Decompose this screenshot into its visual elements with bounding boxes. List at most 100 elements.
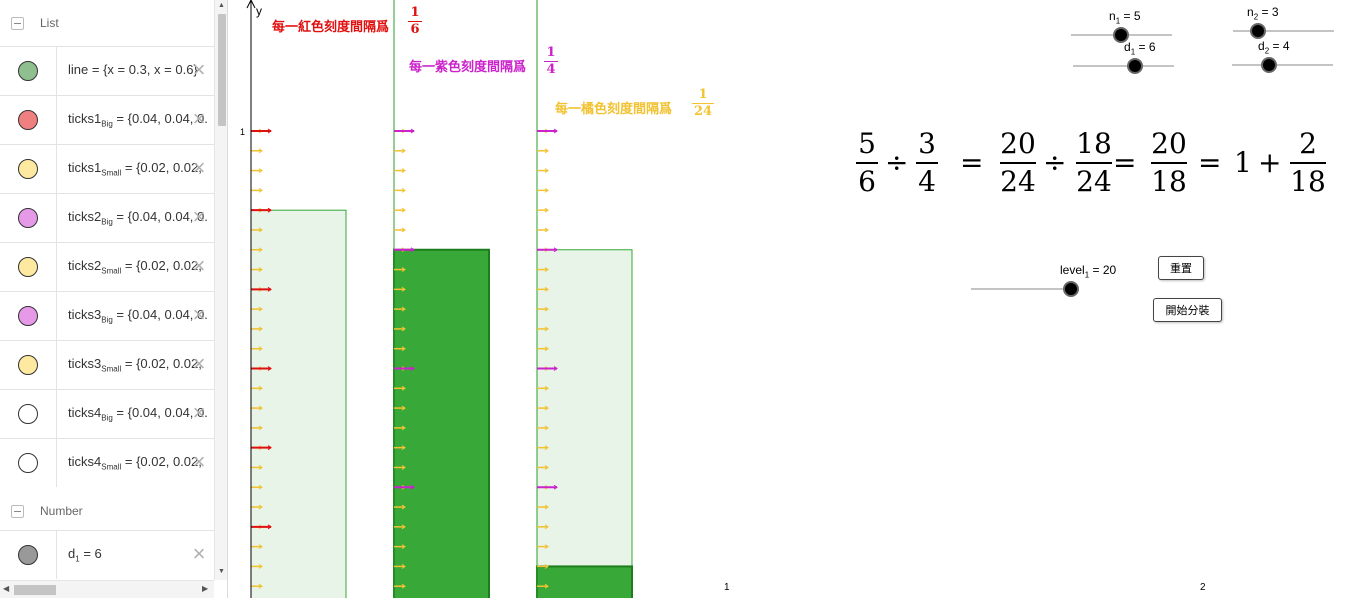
marble-icon[interactable] [18,545,38,565]
graphics-view[interactable]: y 1 1 2 每一紅色刻度間隔爲 1 6 每一紫色刻度間隔爲 1 4 每一橘色… [228,0,1366,598]
delete-icon[interactable]: × [190,255,208,277]
visibility-toggle[interactable] [0,96,57,144]
marble-icon[interactable] [18,355,38,375]
row-expression[interactable]: ticks4Small = {0.02, 0.02, [68,454,202,472]
delete-icon[interactable]: × [190,59,208,81]
algebra-row[interactable]: ticks1Small = {0.02, 0.02, × [0,144,214,193]
reset-button[interactable]: 重置 [1158,256,1204,280]
visibility-toggle[interactable] [0,243,57,291]
fraction-20-18: 20 18 [1151,127,1187,198]
row-expression[interactable]: line = {x = 0.3, x = 0.6} [68,62,198,80]
row-expression[interactable]: ticks4Big = {0.04, 0.04, 0. [68,405,208,423]
slider-d2-label: d2 = 4 [1258,39,1290,56]
scroll-thumb[interactable] [218,14,226,126]
slider-level1-handle[interactable] [1063,281,1079,297]
algebra-row[interactable]: ticks2Small = {0.02, 0.02, × [0,242,214,291]
visibility-toggle[interactable] [0,292,57,340]
slider-d1-handle[interactable] [1127,58,1143,74]
row-expression[interactable]: ticks3Big = {0.04, 0.04, 0. [68,307,208,325]
marble-icon[interactable] [18,404,38,424]
marble-icon[interactable] [18,61,38,81]
marble-icon[interactable] [18,159,38,179]
fraction-5-6: 56 [856,128,878,198]
delete-icon[interactable]: × [190,402,208,424]
algebra-row[interactable]: ticks4Small = {0.02, 0.02, × [0,438,214,487]
scroll-down-icon[interactable]: ▼ [218,568,225,575]
marble-icon[interactable] [18,208,38,228]
fraction-3-4: 34 [916,128,938,198]
slider-level1-label: level1 = 20 [1060,263,1117,280]
red-interval-label: 每一紅色刻度間隔爲 [272,20,390,35]
x-tick-2: 2 [1200,582,1206,593]
group-header-number[interactable]: Number [0,488,214,534]
visibility-toggle[interactable] [0,341,57,389]
vertical-scrollbar[interactable]: ▲ ▼ [214,0,227,580]
y-tick-1: 1 [240,127,245,137]
visibility-toggle[interactable] [0,531,57,579]
group-header-list[interactable]: List [0,0,214,46]
row-expression[interactable]: ticks2Big = {0.04, 0.04, 0. [68,209,208,227]
orange-interval-fraction: 1 24 [692,87,714,119]
algebra-row-d1[interactable]: d1 = 6 × [0,530,214,579]
visibility-toggle[interactable] [0,194,57,242]
collapse-icon[interactable] [11,504,24,518]
orange-interval-label: 每一橘色刻度間隔爲 [555,102,673,117]
scroll-right-icon[interactable]: ▶ [202,584,208,593]
algebra-row[interactable]: ticks3Big = {0.04, 0.04, 0. × [0,291,214,340]
plus-sign: + [1258,146,1282,179]
equals-sign: = [960,146,984,179]
purple-interval-fraction: 1 4 [544,46,558,77]
container-3-outline [536,249,633,598]
algebra-row[interactable]: ticks3Small = {0.02, 0.02, × [0,340,214,389]
scroll-up-icon[interactable]: ▲ [218,2,225,9]
delete-icon[interactable]: × [190,304,208,326]
marble-icon[interactable] [18,110,38,130]
group-label-list: List [40,16,59,30]
marble-icon[interactable] [18,453,38,473]
visibility-toggle[interactable] [0,47,57,95]
algebra-row[interactable]: ticks2Big = {0.04, 0.04, 0. × [0,193,214,242]
delete-icon[interactable]: × [190,157,208,179]
red-interval-fraction: 1 6 [408,6,422,37]
row-expression[interactable]: d1 = 6 [68,546,102,564]
horizontal-scrollbar[interactable]: ◀ ▶ [0,580,214,598]
slider-n2-handle[interactable] [1250,23,1266,39]
container-1-fill [250,209,347,598]
visibility-toggle[interactable] [0,145,57,193]
visibility-toggle[interactable] [0,390,57,438]
purple-interval-label: 每一紫色刻度間隔爲 [409,60,527,75]
algebra-row[interactable]: ticks1Big = {0.04, 0.04, 0. × [0,95,214,144]
algebra-row[interactable]: ticks4Big = {0.04, 0.04, 0. × [0,389,214,438]
scroll-left-icon[interactable]: ◀ [3,584,9,593]
algebra-view: List line = {x = 0.3, x = 0.6} × ticks1Big… [0,0,228,598]
delete-icon[interactable]: × [190,353,208,375]
container-3-fill [536,565,633,598]
whole-number: 1 [1234,146,1252,179]
divide-sign: ÷ [885,146,909,179]
fraction-20-24: 20 24 [1000,127,1036,198]
scroll-thumb[interactable] [14,585,56,595]
marble-icon[interactable] [18,257,38,277]
delete-icon[interactable]: × [190,108,208,130]
delete-icon[interactable]: × [190,543,208,565]
marble-icon[interactable] [18,306,38,326]
container-2-fill [393,248,490,598]
collapse-icon[interactable] [11,16,24,30]
visibility-toggle[interactable] [0,439,57,487]
slider-d1-label: d1 = 6 [1124,40,1156,57]
row-expression[interactable]: ticks1Small = {0.02, 0.02, [68,160,202,178]
delete-icon[interactable]: × [190,206,208,228]
divide-sign: ÷ [1043,146,1067,179]
algebra-row[interactable]: line = {x = 0.3, x = 0.6} × [0,46,214,95]
start-split-button[interactable]: 開始分裝 [1153,298,1222,322]
x-tick-1: 1 [724,582,730,593]
equals-sign: = [1113,146,1137,179]
slider-n2-label: n2 = 3 [1247,5,1279,22]
row-expression[interactable]: ticks1Big = {0.04, 0.04, 0. [68,111,208,129]
delete-icon[interactable]: × [190,451,208,473]
fraction-18-24: 18 24 [1076,127,1112,198]
slider-d2-handle[interactable] [1261,57,1277,73]
row-expression[interactable]: ticks3Small = {0.02, 0.02, [68,356,202,374]
row-expression[interactable]: ticks2Small = {0.02, 0.02, [68,258,202,276]
group-label-number: Number [40,504,83,518]
